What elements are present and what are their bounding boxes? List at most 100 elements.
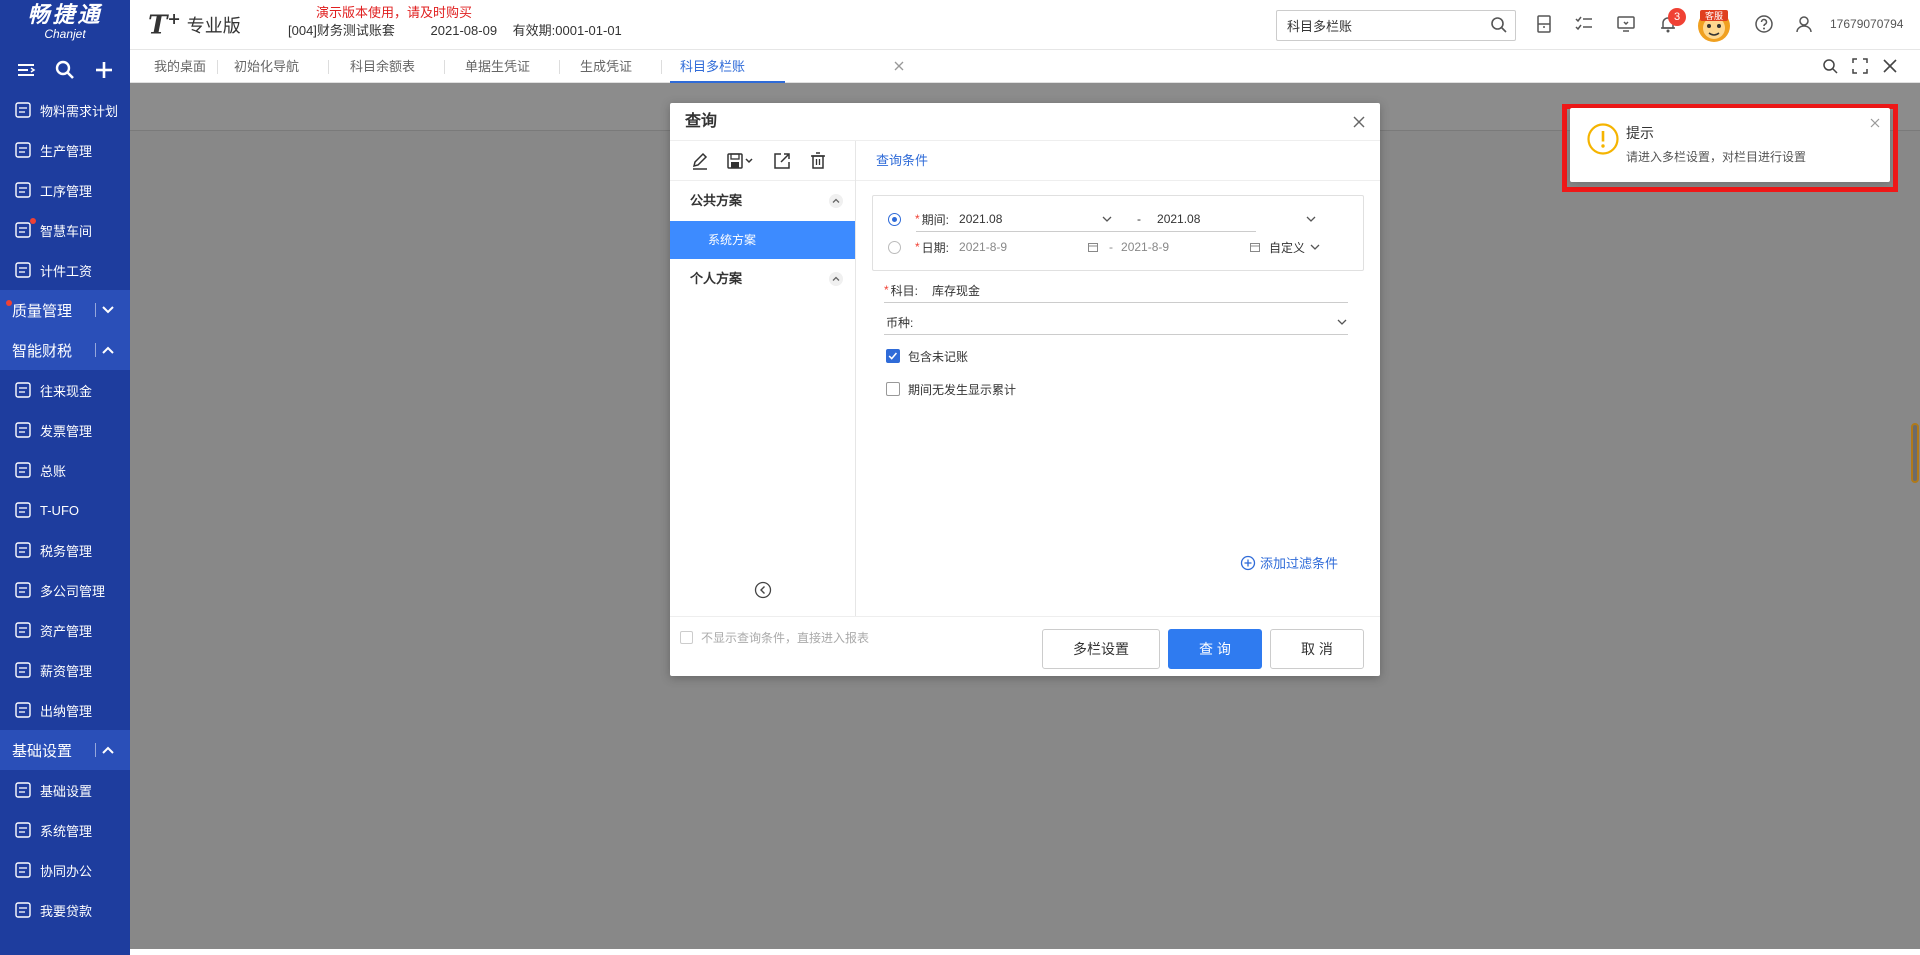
chevron-up-icon[interactable] — [100, 742, 116, 758]
demo-notice[interactable]: 演示版本使用，请及时购买 — [316, 2, 472, 21]
calculator-icon[interactable] — [1534, 14, 1554, 34]
sidebar-item[interactable]: 出纳管理 — [0, 690, 130, 730]
building-icon — [15, 582, 31, 598]
close-all-icon[interactable] — [1882, 58, 1898, 74]
search-icon[interactable] — [1490, 16, 1508, 34]
chevron-up-icon[interactable] — [100, 342, 116, 358]
show-cumulative-checkbox[interactable] — [886, 382, 900, 396]
cancel-button[interactable]: 取 消 — [1270, 629, 1364, 669]
checklist-icon[interactable] — [1574, 14, 1594, 34]
sidebar-item[interactable]: 计件工资 — [0, 250, 130, 290]
query-button[interactable]: 查 询 — [1168, 629, 1262, 669]
sidebar: 物料需求计划 生产管理 工序管理 智慧车间计件工资 质量管理 智能财税 往来现金发票管… — [0, 50, 130, 955]
period-to-select[interactable]: 2021.08 — [1157, 212, 1305, 226]
export-icon[interactable] — [772, 151, 792, 171]
menu-icon[interactable] — [15, 59, 37, 81]
sidebar-item[interactable]: 物料需求计划 — [0, 90, 130, 130]
tab-subject-balance[interactable]: 科目余额表 — [350, 50, 446, 83]
chevron-down-icon[interactable] — [1336, 316, 1348, 328]
user-id[interactable]: 17679070794 — [1830, 17, 1903, 31]
show-cumulative-row[interactable]: 期间无发生显示累计 — [886, 376, 1016, 402]
sidebar-item[interactable]: 总账 — [0, 450, 130, 490]
include-unposted-checkbox[interactable] — [886, 349, 900, 363]
multicolumn-settings-button[interactable]: 多栏设置 — [1042, 629, 1160, 669]
sidebar-item[interactable]: 基础设置 — [0, 770, 130, 810]
plus-icon[interactable] — [93, 59, 115, 81]
public-scheme-group[interactable]: 公共方案 — [670, 181, 855, 221]
tab-desktop[interactable]: 我的桌面 — [154, 50, 219, 83]
sidebar-item[interactable]: 薪资管理 — [0, 650, 130, 690]
help-icon[interactable] — [1754, 14, 1774, 34]
collab-icon — [15, 862, 31, 878]
tab-close-icon[interactable] — [892, 59, 906, 73]
sidebar-item[interactable]: 系统管理 — [0, 810, 130, 850]
chevron-down-icon[interactable] — [1309, 241, 1321, 253]
calendar-icon[interactable] — [1087, 241, 1099, 253]
scheme-item-system[interactable]: 系统方案 — [670, 221, 855, 259]
monitor-icon[interactable] — [1616, 14, 1636, 34]
chevron-down-icon[interactable] — [1305, 213, 1317, 225]
tab-search-icon[interactable] — [1822, 58, 1838, 74]
sidebar-group-finance[interactable]: 智能财税 — [0, 330, 130, 370]
sidebar-item[interactable]: 往来现金 — [0, 370, 130, 410]
add-filter-button[interactable]: 添加过滤条件 — [1240, 553, 1338, 572]
sidebar-item[interactable]: 协同办公 — [0, 850, 130, 890]
expiry-date: 有效期:0001-01-01 — [512, 23, 622, 38]
scrollbar-thumb[interactable] — [1911, 423, 1919, 483]
currency-select[interactable]: 币种: — [886, 314, 1326, 331]
chanjet-logo[interactable]: 畅捷通 Chanjet — [0, 0, 130, 50]
sidebar-item[interactable]: 税务管理 — [0, 530, 130, 570]
chevron-up-icon[interactable] — [829, 194, 843, 208]
tab-gen-voucher[interactable]: 生成凭证 — [580, 50, 663, 83]
account-name[interactable]: [004]财务测试账套 — [288, 23, 395, 38]
sidebar-item[interactable]: 发票管理 — [0, 410, 130, 450]
subject-input[interactable]: 库存现金 — [932, 282, 980, 299]
date-radio[interactable] — [888, 240, 901, 254]
skip-query-checkbox[interactable] — [680, 631, 693, 644]
notification-close-icon[interactable] — [1870, 118, 1880, 128]
sidebar-item[interactable]: T-UFO — [0, 490, 130, 530]
customer-service-icon[interactable]: 客服 — [1690, 4, 1738, 46]
collapse-left-icon[interactable] — [754, 581, 772, 599]
fullscreen-icon[interactable] — [1852, 58, 1868, 74]
skip-query-row[interactable]: 不显示查询条件，直接进入报表 — [680, 629, 869, 646]
personal-scheme-group[interactable]: 个人方案 — [670, 259, 855, 299]
sidebar-group-basic[interactable]: 基础设置 — [0, 730, 130, 770]
delete-icon[interactable] — [808, 151, 828, 171]
date-mode-select[interactable]: 自定义 — [1269, 239, 1305, 256]
skip-query-label: 不显示查询条件，直接进入报表 — [701, 631, 870, 645]
chevron-down-icon[interactable] — [1101, 213, 1113, 225]
dialog-close-icon[interactable] — [1352, 115, 1366, 129]
sidebar-item[interactable]: 资产管理 — [0, 610, 130, 650]
sidebar-item[interactable]: 工序管理 — [0, 170, 130, 210]
tab-doc-voucher[interactable]: 单据生凭证 — [465, 50, 561, 83]
chevron-down-icon[interactable] — [100, 302, 116, 318]
date-from-input[interactable]: 2021-8-9 — [959, 240, 1087, 254]
include-unposted-row[interactable]: 包含未记账 — [886, 343, 968, 369]
sidebar-item[interactable]: 我要贷款 — [0, 890, 130, 930]
tab-init-nav[interactable]: 初始化导航 — [234, 50, 330, 83]
user-icon[interactable] — [1794, 14, 1814, 34]
calendar-icon[interactable] — [1249, 241, 1261, 253]
date-to-input[interactable]: 2021-8-9 — [1121, 240, 1249, 254]
edit-icon[interactable] — [690, 151, 710, 171]
sidebar-item[interactable]: 多公司管理 — [0, 570, 130, 610]
sidebar-item[interactable]: 生产管理 — [0, 130, 130, 170]
save-icon[interactable] — [726, 151, 756, 171]
period-separator: - — [1137, 212, 1142, 226]
sidebar-search-icon[interactable] — [54, 59, 76, 81]
logo-en-text: Chanjet — [44, 27, 86, 41]
notification-title: 提示 — [1626, 125, 1654, 141]
sidebar-group-quality[interactable]: 质量管理 — [0, 290, 130, 330]
sidebar-item-label: 计件工资 — [40, 263, 93, 279]
sidebar-item-label: 发票管理 — [40, 423, 93, 439]
period-from-select[interactable]: 2021.08 — [959, 212, 1101, 226]
tab-query-conditions[interactable]: 查询条件 — [856, 141, 1380, 181]
tab-multicol-ledger[interactable]: 科目多栏账 — [670, 50, 785, 83]
sidebar-item[interactable]: 智慧车间 — [0, 210, 130, 250]
global-search-input[interactable] — [1276, 10, 1516, 41]
period-radio[interactable] — [888, 212, 901, 226]
sidebar-item-label: 总账 — [40, 463, 67, 479]
chevron-up-icon[interactable] — [829, 272, 843, 286]
quality-dot — [6, 300, 12, 306]
